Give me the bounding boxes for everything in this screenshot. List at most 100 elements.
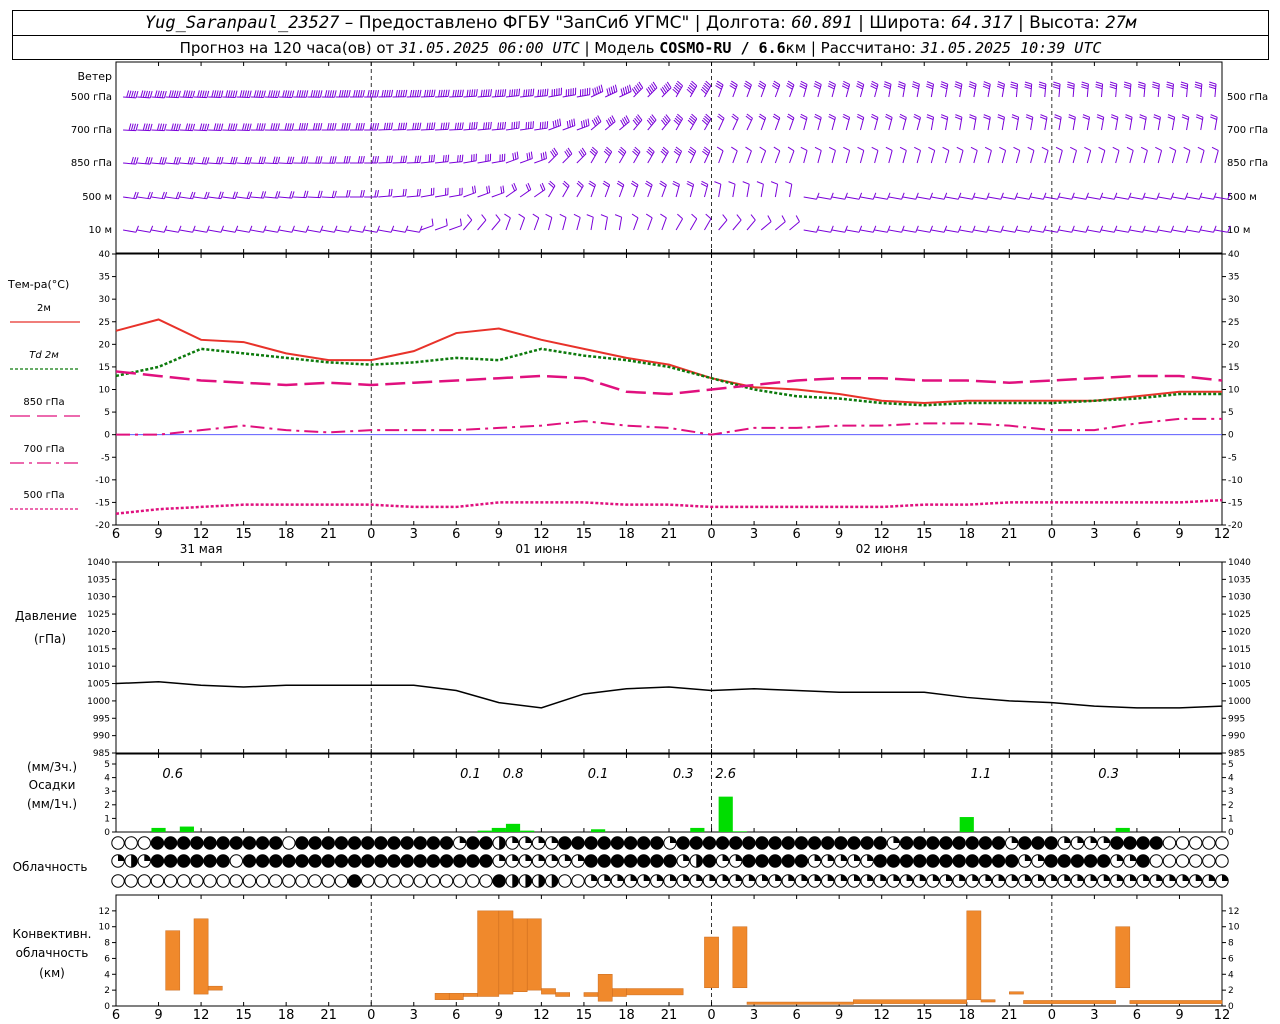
- wind-barb-feather: [215, 90, 219, 98]
- temp-panel-ytick-label: 30: [99, 295, 111, 305]
- wind-barb-feather: [130, 156, 134, 164]
- wind-barb-feather: [289, 123, 292, 131]
- cloud-symbol-overcast: [374, 836, 388, 850]
- wind-barb-feather: [454, 89, 457, 97]
- wind-barb-feather: [1184, 192, 1189, 200]
- cloud-symbol-fill: [946, 874, 953, 881]
- wind-barb-feather: [773, 146, 781, 152]
- cloud-symbol-overcast: [347, 854, 362, 868]
- wind-barb-feather: [270, 123, 273, 131]
- wind-barb-feather: [559, 213, 567, 218]
- wind-barb-feather: [248, 191, 253, 199]
- wind-barb-feather: [511, 184, 516, 192]
- cloud-symbol-overcast: [689, 836, 703, 850]
- wind-barb-feather: [955, 114, 963, 118]
- wind-barb-feather: [246, 191, 250, 199]
- cloud-row-2: [111, 874, 1229, 888]
- convective-panel-ytick-label: 10: [99, 923, 111, 933]
- wind-barb-feather: [445, 154, 447, 162]
- precip-panel-ytick-label-right: 3: [1228, 787, 1234, 797]
- day-label: 31 мая: [180, 542, 223, 556]
- wind-barb-feather: [526, 153, 529, 161]
- temp-series-t850: [115, 370, 1223, 396]
- cloud-symbol-clear: [374, 874, 388, 888]
- wind-barb-feather: [527, 182, 532, 190]
- wind-barb-feather: [885, 146, 893, 151]
- cloud-symbol-overcast: [742, 836, 756, 850]
- wind-barb-shaft: [208, 229, 222, 233]
- wind-barb-feather: [175, 157, 179, 165]
- wind-barb-feather: [142, 123, 146, 131]
- cloud-symbol-overcast: [860, 836, 874, 850]
- convective-panel-ytick-label-right: 4: [1228, 970, 1234, 980]
- convective-bar: [1009, 991, 1024, 995]
- wind-barb-feather: [1011, 116, 1019, 120]
- cloud-symbol-overcast: [1044, 854, 1058, 868]
- cloud-symbol-fill: [604, 874, 611, 881]
- convective-bar: [732, 926, 748, 989]
- cloud-symbol-overcast: [492, 874, 506, 888]
- cloud-symbol-overcast: [926, 854, 940, 868]
- precip-panel-ytick-label: 4: [104, 774, 110, 784]
- wind-barb-shaft: [193, 229, 207, 233]
- wind-barb-feather: [256, 123, 259, 131]
- wind-barb-feather: [539, 89, 542, 97]
- pressure-axis-title: Давление: [15, 609, 77, 623]
- wind-barb-feather: [594, 87, 597, 95]
- temp-panel-ytick-label-right: 15: [1228, 363, 1239, 373]
- temp-panel-ytick-label: 25: [99, 318, 110, 328]
- wind-barb-feather: [234, 90, 238, 98]
- cloud-symbol-clear: [361, 874, 375, 888]
- wind-barb-feather: [982, 85, 990, 90]
- wind-barb-feather: [201, 90, 205, 98]
- cloud-symbol-fill: [1090, 874, 1097, 881]
- wind-barb-feather: [899, 146, 907, 151]
- cloud-symbol-fill: [683, 854, 690, 861]
- wind-barb-feather: [527, 89, 530, 97]
- cloud-symbol-clear: [282, 836, 296, 850]
- wind-barb-feather: [504, 213, 511, 219]
- cloud-symbol-overcast: [847, 836, 861, 850]
- wind-barb-feather: [1054, 114, 1062, 118]
- temp-panel-ytick-label: 5: [104, 408, 110, 418]
- wind-barb-feather: [497, 122, 500, 130]
- wind-barb-feather: [149, 192, 153, 199]
- wind-barb-feather: [983, 83, 991, 87]
- wind-barb-shaft: [590, 217, 594, 231]
- pressure-panel-ytick-label: 1010: [87, 662, 110, 672]
- wind-barb-feather: [440, 122, 443, 130]
- pressure-panel-ytick-label: 995: [93, 714, 110, 724]
- wind-barb-feather: [556, 119, 559, 127]
- wind-barb-feather: [467, 214, 473, 221]
- precip-bar: [477, 830, 492, 832]
- pressure-axis-unit: (гПа): [34, 632, 66, 646]
- wind-barb-feather: [501, 122, 504, 130]
- wind-barb-feather: [234, 191, 238, 199]
- temp-x-tick-label: 15: [235, 527, 252, 542]
- wind-barb-feather: [559, 118, 562, 126]
- wind-barb-feather: [940, 85, 948, 90]
- wind-barb-feather: [178, 192, 182, 199]
- wind-barb-feather: [159, 156, 163, 164]
- cloud-symbol-overcast: [965, 836, 979, 850]
- cloud-symbol-overcast: [453, 854, 467, 868]
- wind-barb-shaft: [973, 196, 987, 200]
- wind-barb-feather: [1210, 116, 1217, 120]
- temp-x-tick-label: 9: [154, 527, 162, 542]
- wind-barb-feather: [722, 214, 728, 221]
- wind-barb-feather: [319, 123, 323, 131]
- wind-barb-feather: [480, 89, 483, 97]
- wind-barb-shaft: [1214, 150, 1219, 164]
- wind-barb-feather: [275, 90, 278, 98]
- wind-barb-feather: [459, 218, 462, 226]
- wind-barb-feather: [545, 151, 548, 159]
- wind-barb-feather: [1166, 81, 1174, 85]
- wind-barb-feather: [147, 123, 151, 131]
- wind-barb-shaft: [123, 229, 136, 233]
- wind-barb-shaft: [1101, 196, 1115, 200]
- wind-barb-feather: [258, 90, 262, 98]
- wind-barb-shaft: [1030, 150, 1035, 164]
- wind-barb-feather: [986, 192, 990, 200]
- wind-barb-feather: [1099, 225, 1104, 233]
- wind-barb-shaft: [1030, 196, 1044, 200]
